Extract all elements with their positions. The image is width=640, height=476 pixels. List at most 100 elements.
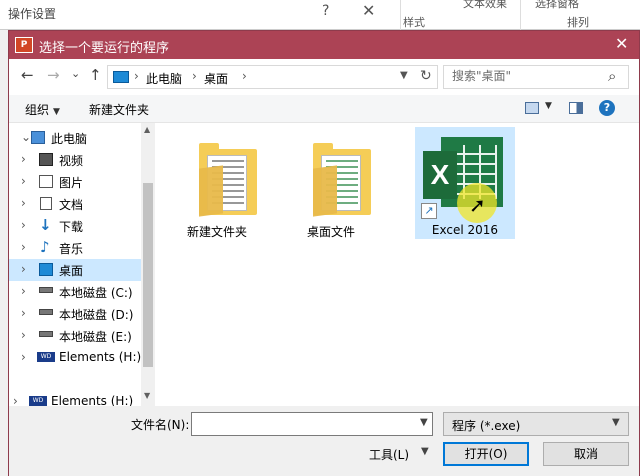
filename-dropdown-icon[interactable]: ▼ [420, 417, 428, 428]
background-window-title: 操作设置 [8, 7, 57, 21]
text-effects-label[interactable]: 文本效果 [463, 0, 507, 11]
computer-icon [31, 131, 45, 144]
tree-item-pictures[interactable]: › 图片 [9, 171, 141, 193]
mouse-cursor-icon: ➚ [469, 193, 486, 217]
tree-item-music[interactable]: › ♪ 音乐 [9, 237, 141, 259]
file-label: 新建文件夹 [186, 225, 247, 239]
breadcrumb-separator[interactable]: › [192, 69, 197, 83]
back-arrow-icon[interactable]: ← [21, 66, 34, 84]
up-arrow-icon[interactable]: ↑ [89, 66, 102, 84]
tree-item-label: 文档 [59, 198, 84, 212]
search-box[interactable]: ⌕ [443, 65, 629, 89]
file-label: 桌面文件 [306, 225, 355, 239]
video-icon [39, 153, 53, 166]
command-bar: 组织 ▼ 新建文件夹 ▼ ? [9, 95, 639, 123]
ribbon-group-arrange: 选择窗格 排列 [520, 0, 640, 30]
scroll-down-icon[interactable]: ▼ [144, 391, 150, 400]
selection-pane-label[interactable]: 选择窗格 [535, 0, 579, 11]
background-help-button[interactable]: ? [322, 3, 329, 19]
tree-item-documents[interactable]: › 文档 [9, 193, 141, 215]
navigation-row: ← → ⌄ ↑ › 此电脑 › 桌面 › ▼ ↻ ⌕ [9, 59, 639, 95]
collapsed-chevron-icon[interactable]: › [21, 152, 26, 166]
file-item-excel-2016[interactable]: X ↗ ➚ Excel 2016 [415, 127, 515, 239]
breadcrumb-separator[interactable]: › [242, 69, 247, 83]
collapsed-chevron-icon[interactable]: › [21, 262, 26, 276]
collapsed-chevron-icon[interactable]: › [21, 306, 26, 320]
collapsed-chevron-icon[interactable]: › [21, 350, 26, 364]
collapsed-chevron-icon[interactable]: › [21, 328, 26, 342]
preview-pane-icon[interactable] [569, 102, 583, 114]
dialog-footer: 文件名(N): ▼ 程序 (*.exe) ▼ 工具(L) ▼ 打开(O) 取消 [9, 406, 639, 476]
address-dropdown-icon[interactable]: ▼ [400, 70, 408, 81]
tools-button[interactable]: 工具(L) [369, 446, 409, 463]
file-item-desktop-files[interactable]: 桌面文件 [281, 127, 381, 239]
collapsed-chevron-icon[interactable]: › [21, 196, 26, 210]
open-button[interactable]: 打开(O) [443, 442, 529, 466]
background-window: 操作设置 ? ✕ 文本效果 样式 选择窗格 排列 [0, 0, 640, 30]
organize-button[interactable]: 组织 ▼ [25, 101, 60, 118]
collapsed-chevron-icon[interactable]: › [21, 284, 26, 298]
ribbon-group-styles: 文本效果 样式 [400, 0, 515, 30]
scroll-up-icon[interactable]: ▲ [144, 125, 150, 134]
search-icon[interactable]: ⌕ [608, 67, 616, 85]
tree-item-elements-h-root[interactable]: › WD Elements (H:) [9, 391, 141, 406]
tree-item-drive-e[interactable]: › 本地磁盘 (E:) [9, 325, 141, 347]
tree-item-drive-c[interactable]: › 本地磁盘 (C:) [9, 281, 141, 303]
tree-item-desktop[interactable]: › 桌面 [9, 259, 141, 281]
filename-input[interactable] [196, 416, 406, 430]
file-item-new-folder[interactable]: 新建文件夹 [167, 127, 267, 239]
wd-drive-icon: WD [29, 396, 47, 406]
view-options-chevron-icon[interactable]: ▼ [545, 101, 552, 111]
forward-arrow-icon[interactable]: → [47, 66, 60, 84]
pictures-icon [39, 175, 53, 188]
tree-item-downloads[interactable]: › ↓ 下载 [9, 215, 141, 237]
refresh-icon[interactable]: ↻ [420, 68, 432, 84]
file-label: Excel 2016 [431, 223, 499, 237]
scrollbar-thumb[interactable] [143, 183, 153, 367]
background-close-button[interactable]: ✕ [362, 1, 375, 20]
file-type-select[interactable]: 程序 (*.exe) ▼ [443, 412, 629, 436]
dialog-close-button[interactable]: ✕ [615, 34, 628, 53]
help-icon[interactable]: ? [599, 100, 615, 116]
file-type-dropdown-icon[interactable]: ▼ [612, 417, 620, 428]
collapsed-chevron-icon[interactable]: › [21, 240, 26, 254]
collapsed-chevron-icon[interactable]: › [13, 394, 18, 406]
folder-icon [313, 143, 373, 217]
tree-item-label: 此电脑 [51, 132, 88, 146]
tree-item-this-pc[interactable]: ⌄ 此电脑 [9, 127, 141, 149]
breadcrumb-separator[interactable]: › [134, 69, 139, 83]
filename-label: 文件名(N): [131, 418, 190, 432]
filename-field[interactable]: ▼ [191, 412, 433, 436]
cancel-button[interactable]: 取消 [543, 442, 629, 466]
tree-item-label: 下载 [59, 220, 84, 234]
documents-icon [40, 197, 52, 210]
drive-icon [39, 287, 53, 293]
collapsed-chevron-icon[interactable]: › [21, 218, 26, 232]
breadcrumb-this-pc[interactable]: 此电脑 [146, 70, 182, 87]
dialog-titlebar[interactable]: P 选择一个要运行的程序 ✕ [9, 31, 639, 59]
navigation-scrollbar[interactable]: ▲ ▼ [141, 123, 155, 406]
tools-dropdown-icon[interactable]: ▼ [421, 446, 429, 457]
tree-item-label: 视频 [59, 154, 84, 168]
new-folder-button[interactable]: 新建文件夹 [89, 101, 149, 118]
change-view-icon[interactable] [525, 102, 539, 114]
computer-icon [113, 71, 129, 83]
tree-item-videos[interactable]: › 视频 [9, 149, 141, 171]
tree-item-label: 图片 [59, 176, 84, 190]
tree-item-elements-h[interactable]: › WD Elements (H:) [9, 347, 141, 369]
breadcrumb-desktop[interactable]: 桌面 [204, 70, 228, 87]
tree-item-label: 桌面 [59, 264, 84, 278]
address-bar[interactable]: › 此电脑 › 桌面 › ▼ ↻ [107, 65, 438, 89]
expanded-chevron-icon[interactable]: ⌄ [21, 130, 31, 144]
arrange-group-label: 排列 [567, 16, 589, 29]
tree-item-drive-d[interactable]: › 本地磁盘 (D:) [9, 303, 141, 325]
open-program-dialog: P 选择一个要运行的程序 ✕ ← → ⌄ ↑ › 此电脑 › 桌面 › ▼ ↻ … [8, 30, 640, 476]
powerpoint-app-icon: P [15, 37, 33, 53]
collapsed-chevron-icon[interactable]: › [21, 174, 26, 188]
search-input[interactable] [452, 69, 602, 83]
shortcut-arrow-icon: ↗ [421, 203, 437, 219]
recent-locations-chevron-icon[interactable]: ⌄ [71, 67, 80, 80]
file-type-value: 程序 (*.exe) [452, 419, 521, 433]
folder-icon [199, 143, 259, 217]
file-list: 新建文件夹 桌面文件 X ↗ ➚ Excel 2016 [157, 123, 639, 406]
